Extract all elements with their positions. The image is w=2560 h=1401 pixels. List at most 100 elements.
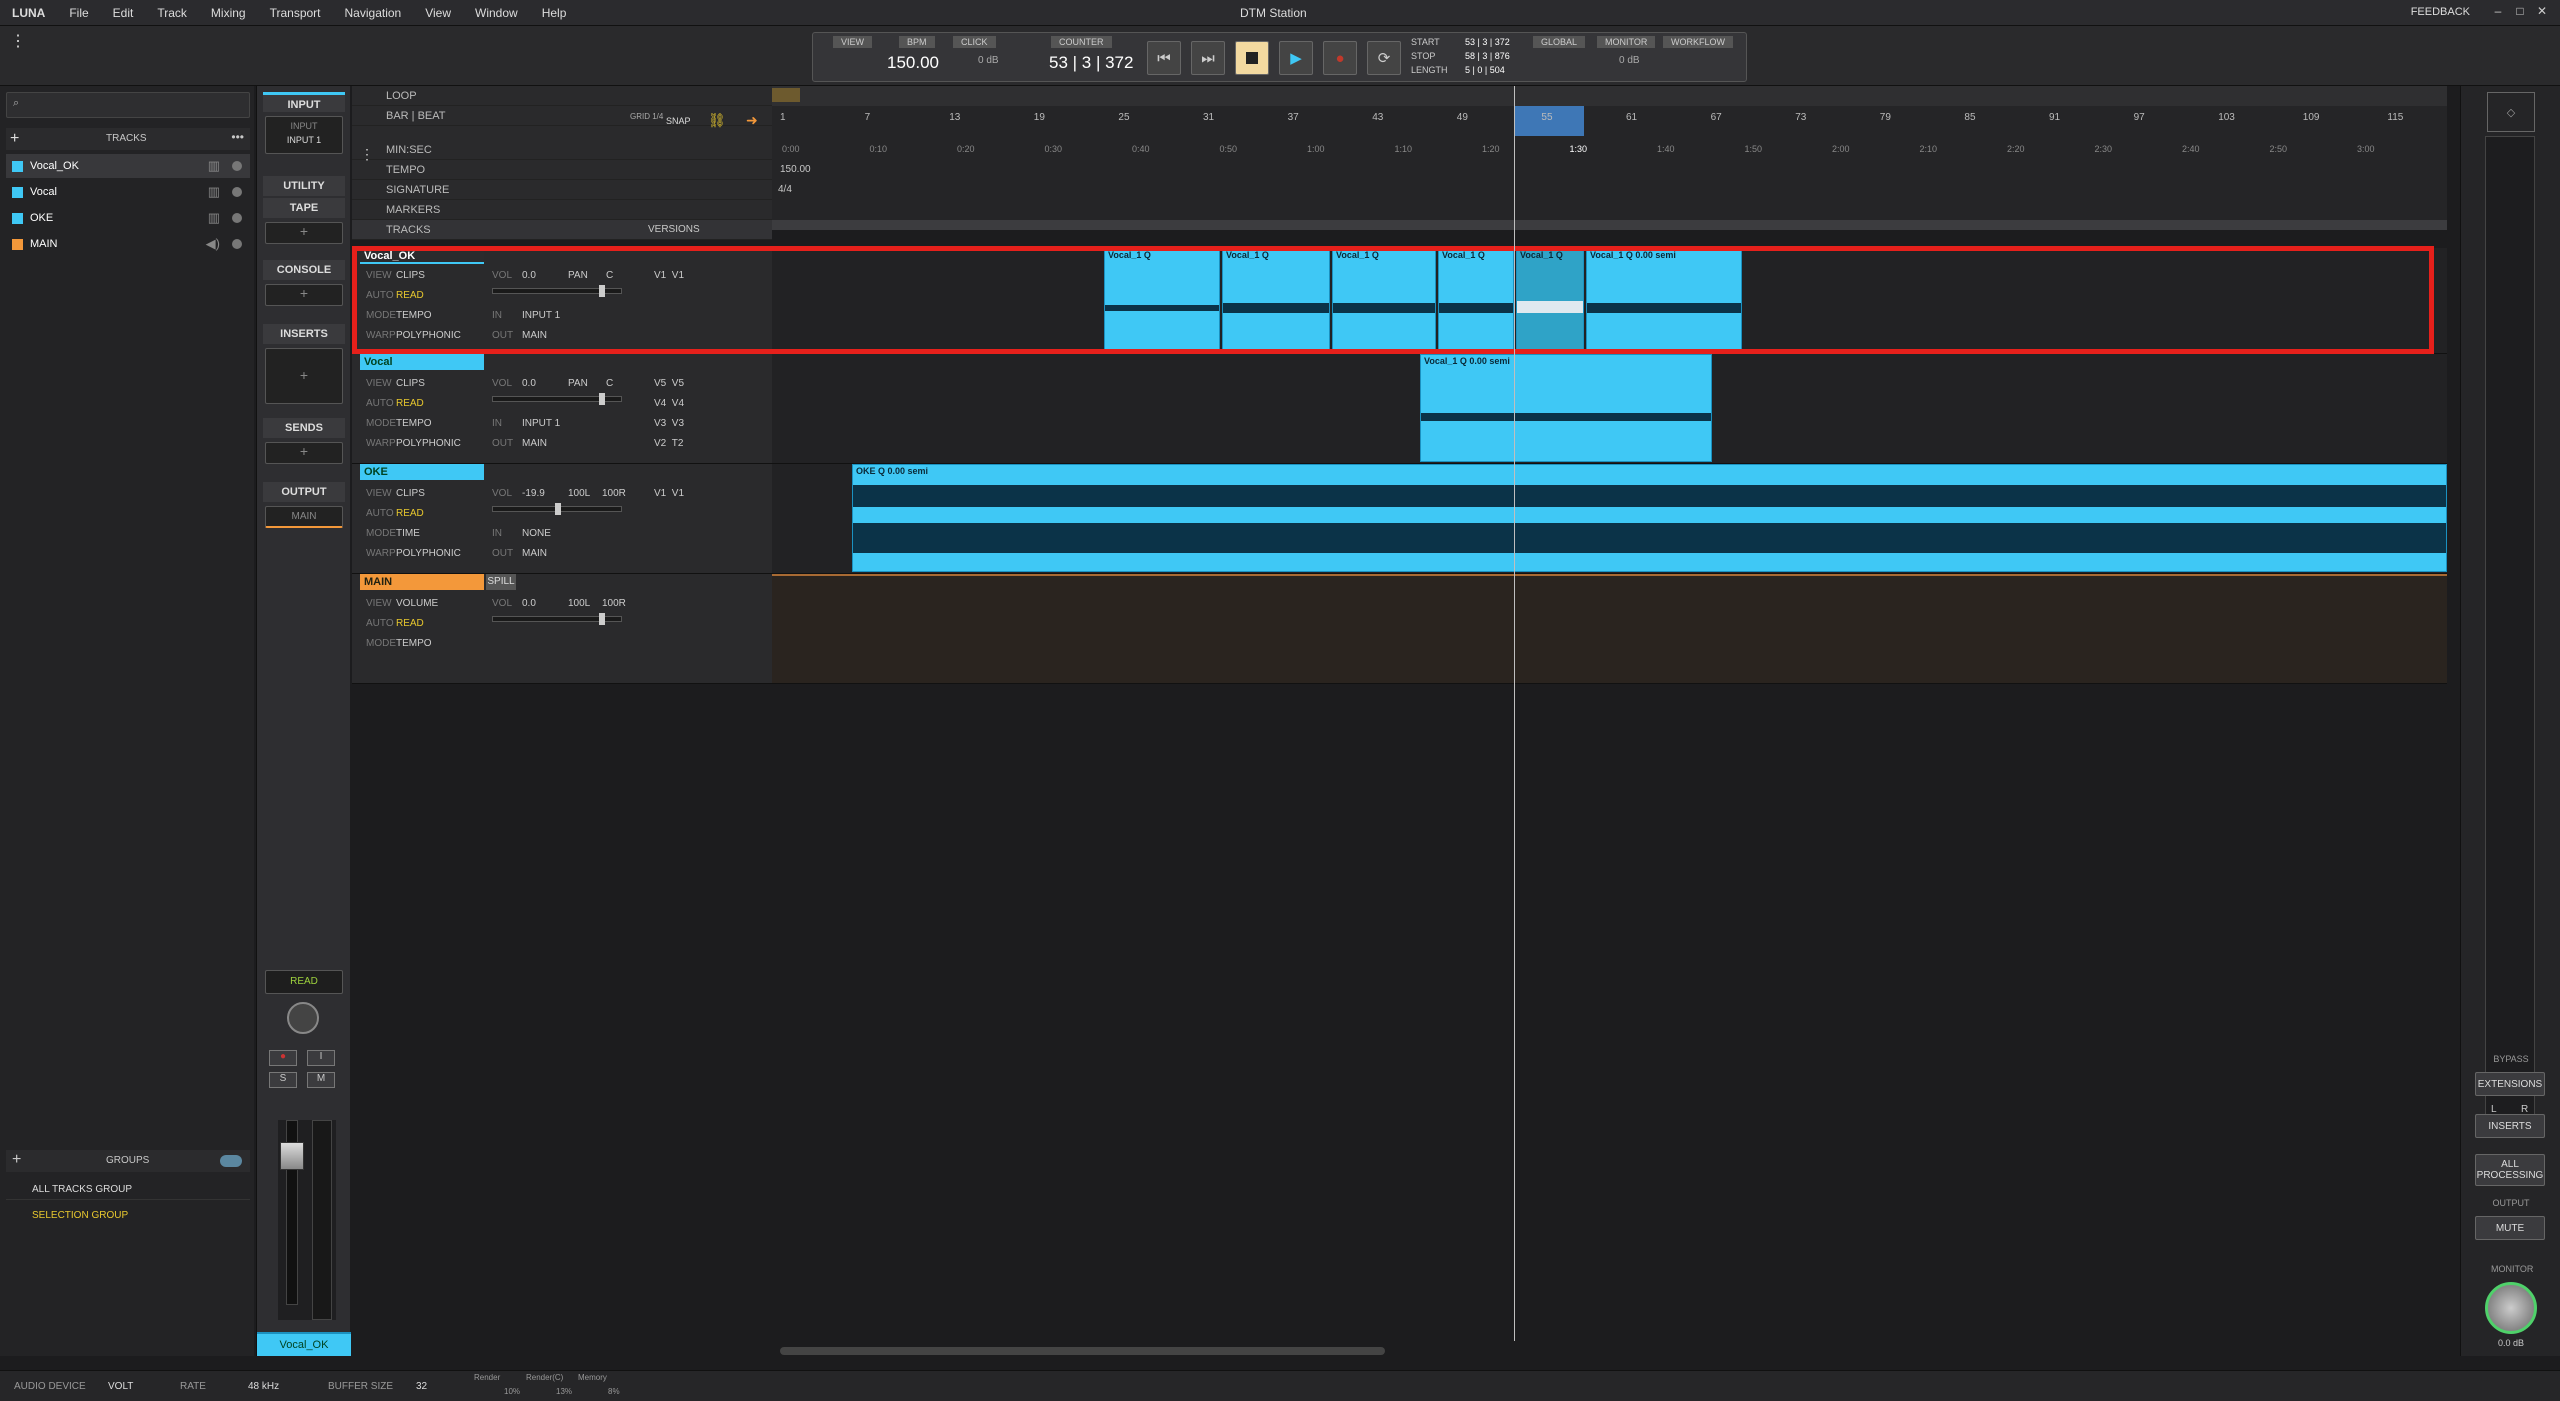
master-mute-button[interactable]: MUTE: [2475, 1216, 2545, 1240]
inserts-add-slot[interactable]: +: [265, 348, 343, 404]
track-out[interactable]: OUT MAIN: [492, 438, 547, 449]
rewind-button[interactable]: ⏮: [1147, 41, 1181, 75]
sidebar-track-oke[interactable]: OKE ▥: [6, 206, 250, 230]
more-icon[interactable]: •••: [231, 130, 244, 144]
tape-add-slot[interactable]: +: [265, 222, 343, 244]
playhead[interactable]: [1514, 86, 1515, 1341]
channel-name[interactable]: Vocal_OK: [257, 1332, 351, 1356]
menu-mixing[interactable]: Mixing: [199, 6, 258, 20]
waveform-icon[interactable]: ▥: [208, 184, 220, 200]
record-arm-icon[interactable]: [232, 187, 242, 197]
horizontal-scrollbar[interactable]: [780, 1347, 1385, 1355]
version-row[interactable]: V3 V3: [654, 418, 684, 429]
track-warp[interactable]: WARPPOLYPHONIC: [366, 438, 461, 449]
menu-file[interactable]: File: [57, 6, 100, 20]
start-value[interactable]: 53 | 3 | 372: [1465, 37, 1510, 47]
version-row[interactable]: V4 V4: [654, 398, 684, 409]
volume-slider[interactable]: [492, 393, 622, 405]
volume-slider[interactable]: [492, 613, 622, 625]
sidebar-track-main[interactable]: MAIN ◀): [6, 232, 250, 256]
automation-lane[interactable]: [772, 574, 2447, 683]
track-vocal[interactable]: Vocal VIEW CLIPS AUTO READ MODETEMPO WARPP…: [352, 354, 2447, 464]
menu-track[interactable]: Track: [145, 6, 199, 20]
add-group-icon[interactable]: +: [12, 1151, 21, 1169]
menu-app[interactable]: LUNA: [0, 6, 57, 20]
track-view[interactable]: VIEW VOLUME: [366, 598, 438, 609]
audio-clip[interactable]: Vocal_1 Q 0.00 semi: [1420, 354, 1712, 462]
add-track-icon[interactable]: +: [10, 130, 19, 148]
monitor-knob[interactable]: [2485, 1282, 2537, 1334]
signature-value[interactable]: 4/4: [778, 184, 792, 195]
click-db[interactable]: 0 dB: [978, 55, 999, 66]
version-row[interactable]: V5 V5: [654, 378, 684, 389]
speaker-icon[interactable]: ◀): [206, 236, 220, 252]
volume-slider[interactable]: [492, 503, 622, 515]
buffer-value[interactable]: 32: [416, 1381, 427, 1392]
volume-slider-handle[interactable]: [599, 613, 605, 625]
track-out[interactable]: OUT MAIN: [492, 548, 547, 559]
pan-right-value[interactable]: 100R: [602, 488, 626, 499]
output-box[interactable]: MAIN: [265, 506, 343, 528]
group-item-selection[interactable]: SELECTION GROUP: [6, 1204, 250, 1226]
version-row[interactable]: V2 T2: [654, 438, 683, 449]
inserts-bypass-button[interactable]: INSERTS: [2475, 1114, 2545, 1138]
pan-value[interactable]: C: [606, 378, 613, 389]
loop-lane[interactable]: [772, 86, 2447, 106]
audio-device-value[interactable]: VOLT: [108, 1381, 133, 1392]
solo-button[interactable]: S: [269, 1072, 297, 1088]
forward-button[interactable]: ⏭: [1191, 41, 1225, 75]
automation-mode-select[interactable]: READ: [265, 970, 343, 994]
menu-transport[interactable]: Transport: [258, 6, 333, 20]
waveform-icon[interactable]: ▥: [208, 158, 220, 174]
tape-label[interactable]: TAPE: [263, 198, 345, 218]
minimize-icon[interactable]: –: [2490, 4, 2506, 20]
ruler-tempo-row[interactable]: TEMPO: [352, 160, 772, 180]
length-value[interactable]: 5 | 0 | 504: [1465, 65, 1505, 75]
pan-knob[interactable]: [287, 1002, 319, 1034]
fader-handle[interactable]: [280, 1142, 304, 1170]
spill-button[interactable]: SPILL: [486, 574, 516, 590]
pan-left-value[interactable]: 100L: [568, 598, 590, 609]
input-section-label[interactable]: INPUT: [263, 92, 345, 112]
pan-left-value[interactable]: 100L: [568, 488, 590, 499]
sidebar-track-vocal[interactable]: Vocal ▥: [6, 180, 250, 204]
window-title[interactable]: DTM Station: [1240, 6, 1307, 20]
feedback-button[interactable]: FEEDBACK: [2411, 6, 2470, 18]
monitor-db[interactable]: 0 dB: [1619, 55, 1640, 66]
utility-label[interactable]: UTILITY: [263, 176, 345, 196]
loop-start-marker[interactable]: [772, 88, 800, 102]
record-arm-icon[interactable]: [232, 161, 242, 171]
counter-value[interactable]: 53 | 3 | 372: [1049, 53, 1133, 73]
volume-slider-handle[interactable]: [555, 503, 561, 515]
ruler-markers-row[interactable]: MARKERS: [352, 200, 772, 220]
track-warp[interactable]: WARPPOLYPHONIC: [366, 548, 461, 559]
track-mode[interactable]: MODETEMPO: [366, 418, 432, 429]
link-icon[interactable]: ⛓: [708, 112, 726, 129]
loop-button[interactable]: ⟳: [1367, 41, 1401, 75]
output-label[interactable]: OUTPUT: [263, 482, 345, 502]
audio-clip[interactable]: OKE Q 0.00 semi: [852, 464, 2447, 572]
track-main[interactable]: MAIN SPILL VIEW VOLUME AUTO READ MODETEMPO…: [352, 574, 2447, 684]
console-label[interactable]: CONSOLE: [263, 260, 345, 280]
search-input[interactable]: ⌕: [6, 92, 250, 118]
close-icon[interactable]: ✕: [2534, 4, 2550, 20]
input-monitor-button[interactable]: I: [307, 1050, 335, 1066]
group-item-all[interactable]: ALL TRACKS GROUP: [6, 1178, 250, 1200]
track-name-label[interactable]: Vocal: [360, 354, 484, 370]
extensions-button[interactable]: EXTENSIONS: [2475, 1072, 2545, 1096]
input-box[interactable]: INPUT INPUT 1: [265, 116, 343, 154]
rate-value[interactable]: 48 kHz: [248, 1381, 279, 1392]
follow-arrow-icon[interactable]: ➜: [746, 112, 758, 129]
console-add-slot[interactable]: +: [265, 284, 343, 306]
track-vol[interactable]: VOL 0.0: [492, 598, 536, 609]
track-view[interactable]: VIEW CLIPS: [366, 488, 425, 499]
menu-window[interactable]: Window: [463, 6, 530, 20]
track-auto[interactable]: AUTO READ: [366, 508, 424, 519]
pan-right-value[interactable]: 100R: [602, 598, 626, 609]
stop-value[interactable]: 58 | 3 | 876: [1465, 51, 1510, 61]
record-arm-icon[interactable]: [232, 213, 242, 223]
groups-toggle[interactable]: [220, 1155, 242, 1167]
menu-view[interactable]: View: [413, 6, 463, 20]
record-arm-icon[interactable]: [232, 239, 242, 249]
track-oke[interactable]: OKE VIEW CLIPS AUTO READ MODETIME WARPPOLY…: [352, 464, 2447, 574]
